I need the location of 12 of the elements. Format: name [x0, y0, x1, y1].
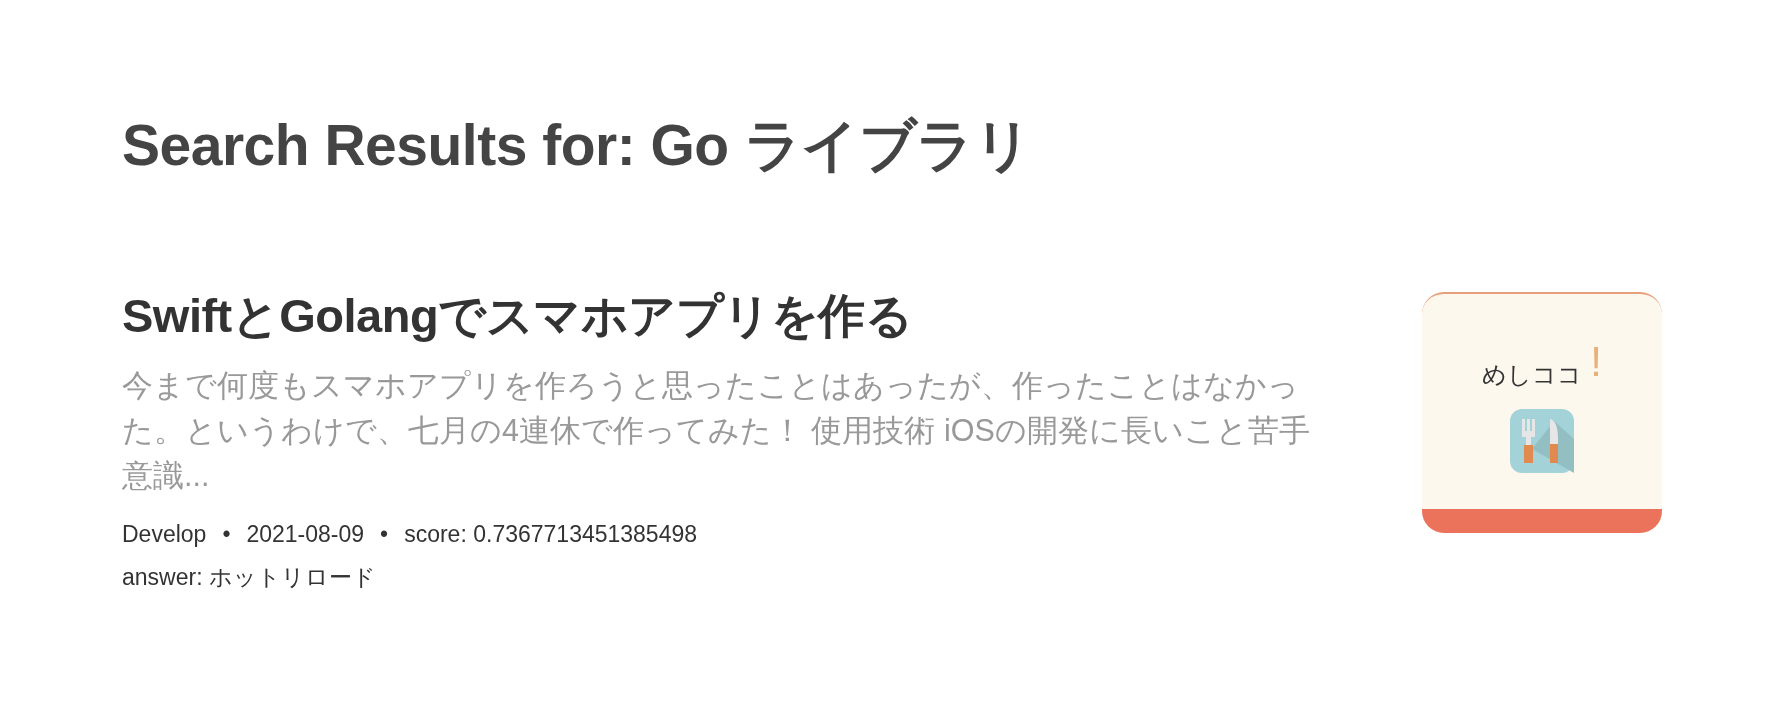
result-title[interactable]: SwiftとGolangでスマホアプリを作る [122, 288, 1318, 345]
exclamation-mark: ! [1590, 337, 1602, 388]
category-link[interactable]: Develop [122, 512, 207, 556]
date-text: 2021-08-09 [246, 519, 365, 549]
score-text: score: 0.7367713451385498 [404, 519, 698, 549]
separator: • [222, 519, 231, 549]
result-excerpt: 今まで何度もスマホアプリを作ろうと思ったことはあったが、作ったことはなかった。というわけで、七月の4連休で作ってみた！ 使用技術 iOSの開発に長いこと苦手意識... [122, 366, 1311, 494]
separator: • [380, 519, 389, 549]
answer-text: answer: ホットリロード [122, 562, 377, 592]
thumbnail-logo-text: めしココ [1482, 360, 1583, 391]
fork-knife-icon [1510, 409, 1574, 474]
page-heading: Search Results for: Go ライブラリ [122, 112, 1033, 179]
